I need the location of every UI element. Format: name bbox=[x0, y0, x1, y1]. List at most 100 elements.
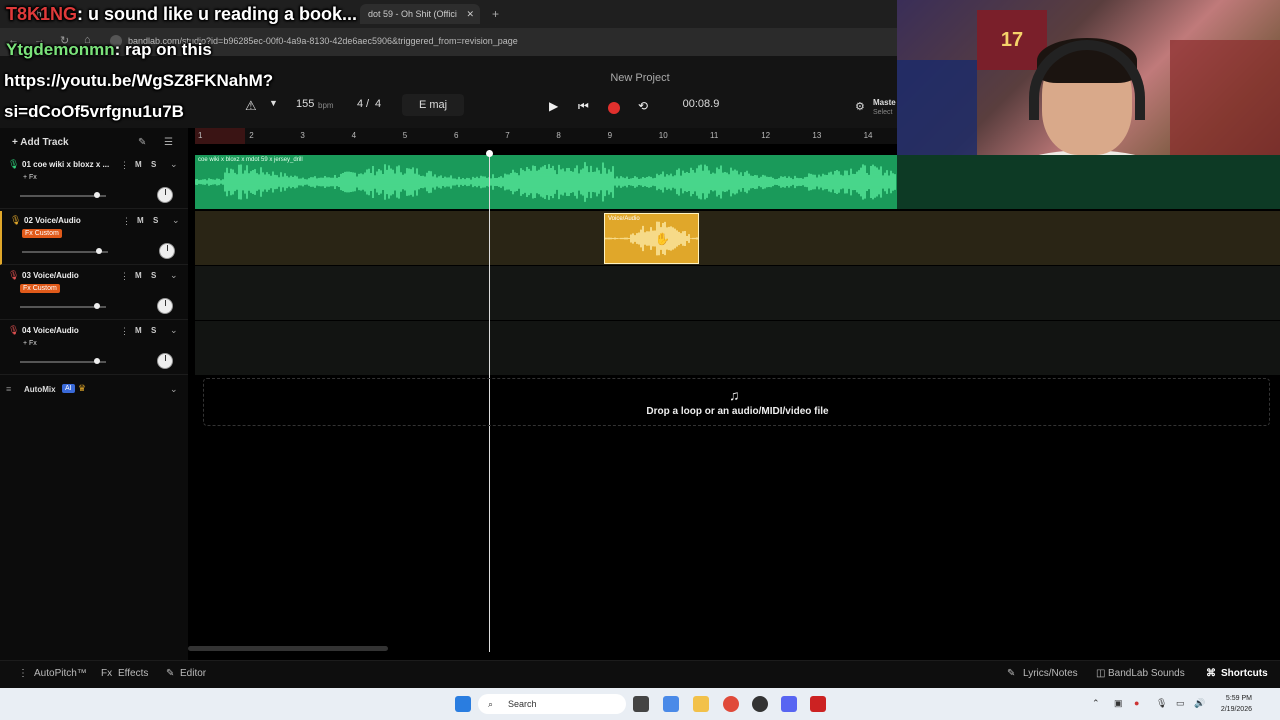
volume-slider-handle[interactable] bbox=[96, 248, 103, 254]
volume-slider[interactable] bbox=[20, 303, 106, 309]
track-menu-icon[interactable]: ⋮ bbox=[120, 326, 129, 337]
track-menu-icon[interactable]: ⋮ bbox=[120, 160, 129, 171]
network-icon[interactable]: ▭ bbox=[1176, 698, 1185, 709]
shortcuts-button[interactable]: Shortcuts bbox=[1221, 668, 1268, 679]
track-header-4[interactable]: 🎙 04 Voice/Audio ⋮ M S ⌄ + Fx bbox=[0, 321, 188, 375]
volume-slider[interactable] bbox=[22, 248, 108, 254]
bottom-toolbar: ⋮ AutoPitch™ Fx Effects ✎ Editor ✎ Lyric… bbox=[0, 660, 1280, 688]
fx-button[interactable]: Fx Custom bbox=[20, 284, 60, 293]
solo-button[interactable]: S bbox=[151, 160, 156, 169]
microphone-icon[interactable]: 🎙 bbox=[1156, 698, 1167, 709]
track-name[interactable]: 02 Voice/Audio bbox=[24, 216, 81, 225]
play-icon[interactable]: ▶ bbox=[549, 99, 558, 113]
task-view-icon[interactable] bbox=[633, 696, 649, 712]
autopitch-button[interactable]: AutoPitch™ bbox=[34, 668, 87, 679]
solo-button[interactable]: S bbox=[151, 326, 156, 335]
track-lane-3[interactable] bbox=[195, 266, 1280, 320]
volume-slider-handle[interactable] bbox=[94, 192, 101, 198]
chevron-down-icon[interactable]: ⌄ bbox=[170, 270, 178, 281]
browser-tab-music[interactable]: dot 59 - Oh Shit (Offici ✕ bbox=[360, 4, 480, 24]
chevron-down-icon[interactable]: ⌄ bbox=[170, 325, 178, 336]
bandlab-sounds-button[interactable]: BandLab Sounds bbox=[1108, 668, 1185, 679]
app-icon[interactable] bbox=[752, 696, 768, 712]
audio-region-voice[interactable]: Voice/Audio ✋ bbox=[604, 213, 699, 264]
timeline-ruler[interactable]: 1 2 3 4 5 6 7 8 9 10 11 12 13 14 bbox=[195, 128, 897, 144]
loop-region-marker[interactable] bbox=[195, 128, 245, 144]
taskbar-search[interactable]: ⌕ Search bbox=[478, 694, 626, 714]
pan-knob[interactable] bbox=[159, 243, 175, 259]
pan-knob[interactable] bbox=[157, 298, 173, 314]
wand-icon[interactable]: ✎ bbox=[138, 137, 146, 148]
time-sig-denominator[interactable]: 4 bbox=[375, 98, 381, 110]
copilot-icon[interactable] bbox=[663, 696, 679, 712]
volume-icon[interactable]: 🔊 bbox=[1194, 698, 1205, 709]
ruler-tick-11: 11 bbox=[710, 131, 719, 140]
playhead-handle[interactable] bbox=[486, 150, 493, 157]
volume-slider[interactable] bbox=[20, 192, 106, 198]
tray-app-icon[interactable]: ▣ bbox=[1114, 698, 1123, 709]
chevron-down-icon[interactable]: ⌄ bbox=[170, 384, 178, 395]
record-button[interactable] bbox=[608, 102, 620, 114]
tray-chevron-icon[interactable]: ⌃ bbox=[1092, 698, 1100, 709]
tempo-value[interactable]: 155 bbox=[296, 98, 314, 110]
pan-knob[interactable] bbox=[157, 353, 173, 369]
editor-button[interactable]: Editor bbox=[180, 668, 206, 679]
fx-button[interactable]: + Fx bbox=[20, 173, 40, 182]
track-lane-4[interactable] bbox=[195, 321, 1280, 375]
key-selector[interactable]: E maj bbox=[402, 94, 464, 116]
track-header-2[interactable]: 🎙 02 Voice/Audio ⋮ M S ⌄ Fx Custom bbox=[0, 211, 188, 265]
volume-slider[interactable] bbox=[20, 358, 106, 364]
track-menu-icon[interactable]: ⋮ bbox=[120, 271, 129, 282]
skip-to-start-icon[interactable]: ⏮ bbox=[578, 99, 589, 114]
ruler-tick-9: 9 bbox=[607, 131, 613, 140]
horizontal-scrollbar[interactable] bbox=[188, 646, 388, 651]
mixer-icon[interactable]: ⚙ bbox=[855, 100, 865, 113]
loop-icon[interactable]: ⟲ bbox=[638, 99, 648, 113]
clock[interactable]: 5:59 PM 2/19/2026 bbox=[1212, 693, 1252, 715]
track-header-3[interactable]: 🎙 03 Voice/Audio ⋮ M S ⌄ Fx Custom bbox=[0, 266, 188, 320]
effects-button[interactable]: Effects bbox=[118, 668, 148, 679]
track-lane-2[interactable]: Voice/Audio ✋ bbox=[195, 211, 1280, 265]
audio-region-beat[interactable]: coe wiki x bloxz x mdot 59 x jersey_dril… bbox=[195, 155, 897, 209]
start-icon[interactable] bbox=[455, 696, 471, 712]
time-sig-numerator[interactable]: 4 bbox=[357, 98, 363, 110]
track-name[interactable]: 04 Voice/Audio bbox=[22, 326, 79, 335]
metronome-chevron-icon[interactable]: ▼ bbox=[269, 98, 278, 108]
add-track-button[interactable]: + Add Track bbox=[12, 137, 69, 148]
chrome-icon[interactable] bbox=[723, 696, 739, 712]
metronome-icon[interactable]: ⚠ bbox=[245, 98, 257, 114]
track-name[interactable]: 01 coe wiki x bloxz x ... bbox=[22, 160, 109, 169]
track-header-1[interactable]: 🎙 01 coe wiki x bloxz x ... ⋮ M S ⌄ + Fx bbox=[0, 155, 188, 209]
mute-button[interactable]: M bbox=[135, 326, 142, 335]
timecode-display: 00:08.9 bbox=[682, 98, 720, 110]
mute-button[interactable]: M bbox=[135, 160, 142, 169]
track-menu-icon[interactable]: ⋮ bbox=[122, 216, 131, 227]
chevron-down-icon[interactable]: ⌄ bbox=[172, 215, 180, 226]
master-label[interactable]: Maste bbox=[873, 98, 896, 107]
volume-slider-handle[interactable] bbox=[94, 358, 101, 364]
track-options-icon[interactable]: ☰ bbox=[164, 137, 173, 148]
new-tab-icon[interactable]: + bbox=[484, 4, 507, 24]
fx-button[interactable]: + Fx bbox=[20, 339, 40, 348]
chat-message-1: T8K1NG: u sound like u reading a book... bbox=[6, 4, 357, 25]
tray-record-icon[interactable]: ● bbox=[1134, 698, 1139, 708]
track-title: Voice/Audio bbox=[35, 216, 81, 225]
track-lane-1[interactable]: coe wiki x bloxz x mdot 59 x jersey_dril… bbox=[195, 155, 1280, 209]
drop-zone[interactable]: ♫ Drop a loop or an audio/MIDI/video fil… bbox=[203, 378, 1270, 426]
track-name[interactable]: 03 Voice/Audio bbox=[22, 271, 79, 280]
solo-button[interactable]: S bbox=[151, 271, 156, 280]
mute-button[interactable]: M bbox=[135, 271, 142, 280]
pan-knob[interactable] bbox=[157, 187, 173, 203]
lyrics-notes-button[interactable]: Lyrics/Notes bbox=[1023, 668, 1078, 679]
streaming-app-icon[interactable] bbox=[810, 696, 826, 712]
discord-icon[interactable] bbox=[781, 696, 797, 712]
fx-button[interactable]: Fx Custom bbox=[22, 229, 62, 238]
solo-button[interactable]: S bbox=[153, 216, 158, 225]
project-title[interactable]: New Project bbox=[560, 72, 720, 84]
chevron-down-icon[interactable]: ⌄ bbox=[170, 159, 178, 170]
volume-slider-handle[interactable] bbox=[94, 303, 101, 309]
automix-row[interactable]: ≡ AutoMix AI ♛ ⌄ bbox=[0, 380, 188, 400]
file-explorer-icon[interactable] bbox=[693, 696, 709, 712]
close-tab-icon[interactable]: ✕ bbox=[466, 4, 474, 24]
mute-button[interactable]: M bbox=[137, 216, 144, 225]
